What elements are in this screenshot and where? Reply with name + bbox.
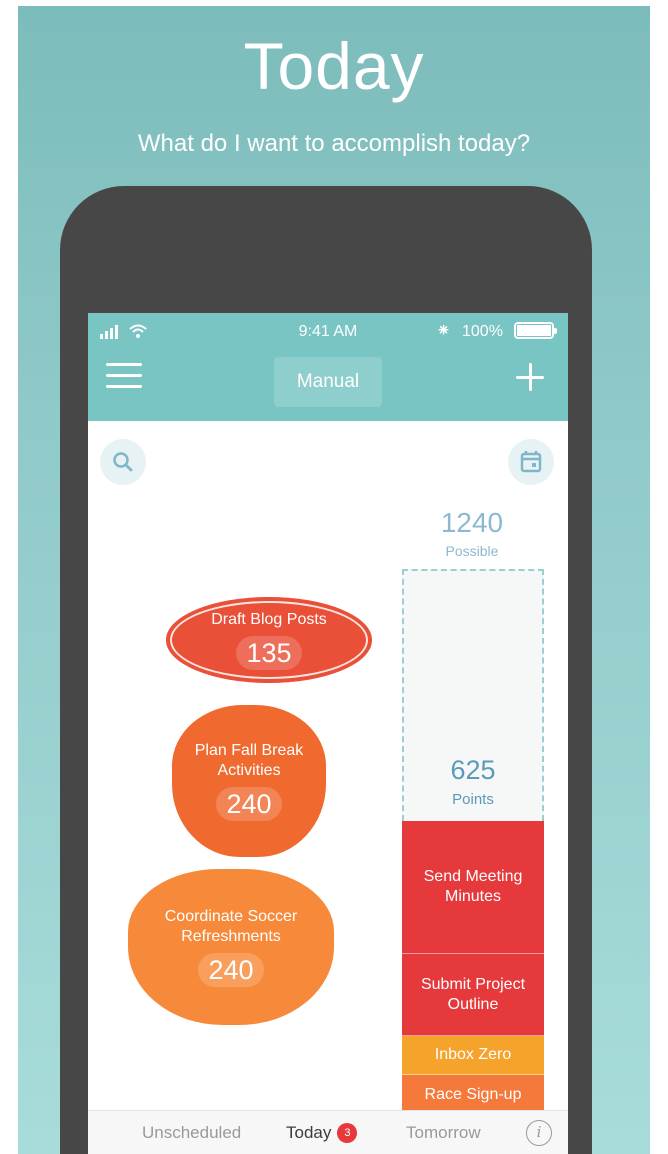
app-screen: 9:41 AM ⁕ 100% Manual 1240 Possible 625 …: [88, 313, 568, 1154]
tab-today-label: Today: [286, 1123, 332, 1142]
today-count-badge: 3: [337, 1123, 358, 1143]
task-points: 135: [236, 636, 302, 670]
task-title: Coordinate Soccer Refreshments: [164, 908, 298, 945]
task-bubble-plan-fall-break[interactable]: Plan Fall Break Activities 240: [172, 705, 326, 857]
task-points: 240: [216, 787, 282, 821]
task-points: 240: [198, 953, 264, 987]
stack-task-race-sign-up[interactable]: Race Sign-up: [402, 1075, 544, 1115]
tab-unscheduled[interactable]: Unscheduled: [142, 1123, 241, 1143]
task-bubble-coordinate-soccer[interactable]: Coordinate Soccer Refreshments 240: [128, 869, 334, 1025]
manual-mode-button[interactable]: Manual: [274, 357, 382, 407]
tab-tomorrow[interactable]: Tomorrow: [406, 1123, 481, 1143]
task-title: Plan Fall Break Activities: [194, 742, 304, 779]
stack-task-submit-project-outline[interactable]: Submit Project Outline: [402, 954, 544, 1036]
plus-icon[interactable]: [514, 361, 548, 395]
stack-task-send-meeting-minutes[interactable]: Send Meeting Minutes: [402, 821, 544, 954]
task-bubble-draft-blog-posts[interactable]: Draft Blog Posts 135: [166, 597, 372, 683]
hamburger-icon[interactable]: [106, 363, 142, 391]
tab-today[interactable]: Today 3: [286, 1123, 358, 1143]
search-icon: [113, 452, 133, 472]
status-bar: 9:41 AM ⁕ 100%: [88, 313, 568, 347]
app-header: 9:41 AM ⁕ 100% Manual: [88, 313, 568, 421]
calendar-button[interactable]: [508, 439, 554, 485]
stack-task-inbox-zero[interactable]: Inbox Zero: [402, 1036, 544, 1075]
info-icon[interactable]: i: [526, 1120, 552, 1146]
promo-title: Today: [243, 29, 425, 103]
bottom-tab-bar: Unscheduled Today 3 Tomorrow i: [88, 1110, 568, 1154]
earned-points-value: 625: [450, 755, 496, 785]
possible-points-value: 1240: [440, 507, 504, 538]
possible-points-label: Possible: [445, 543, 499, 559]
search-button[interactable]: [100, 439, 146, 485]
battery-percent: 100%: [462, 323, 503, 340]
promo-subtitle: What do I want to accomplish today?: [137, 130, 531, 157]
earned-points-label: Points: [452, 791, 494, 808]
bluetooth-icon: ⁕: [436, 320, 452, 340]
task-title: Draft Blog Posts: [211, 611, 327, 628]
calendar-icon: [520, 451, 542, 473]
battery-icon: [514, 322, 557, 339]
